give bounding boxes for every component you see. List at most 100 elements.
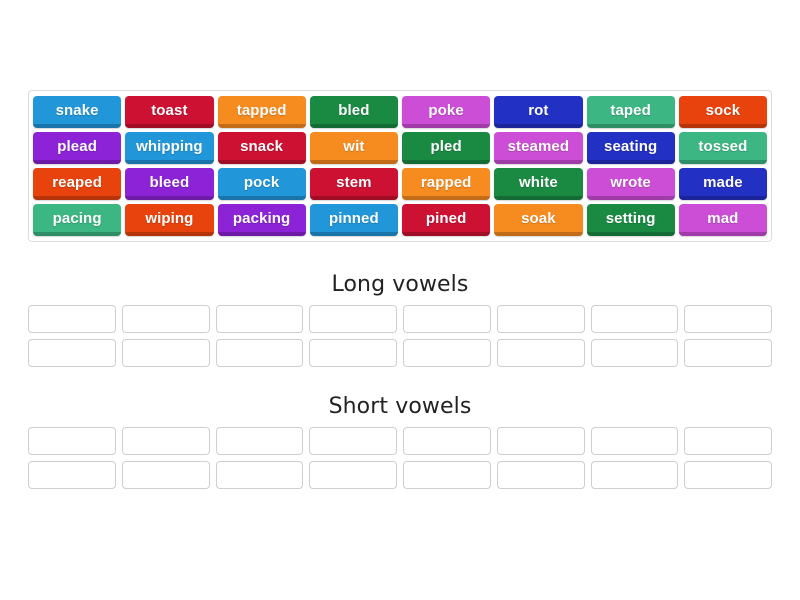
word-tile-label: pinned — [328, 210, 379, 227]
drop-slot[interactable] — [590, 461, 679, 489]
drop-slot[interactable] — [309, 461, 397, 489]
word-tile-label: pock — [243, 174, 280, 191]
drop-slot[interactable] — [403, 339, 491, 367]
drop-slot[interactable] — [403, 305, 491, 333]
word-tile-label: reaped — [52, 174, 103, 191]
word-tile-label: wit — [343, 138, 365, 155]
word-tile[interactable]: rot — [494, 96, 583, 128]
word-tile[interactable]: packing — [217, 204, 306, 236]
word-tile[interactable]: tossed — [678, 132, 767, 164]
drop-slot[interactable] — [684, 305, 772, 333]
word-tile[interactable]: pined — [402, 204, 491, 236]
drop-slot[interactable] — [121, 305, 210, 333]
group-title-long-vowels: Long vowels — [331, 272, 469, 297]
drop-slot[interactable] — [684, 427, 772, 455]
drop-slot[interactable] — [590, 427, 679, 455]
word-tile[interactable]: seating — [586, 132, 675, 164]
word-tile[interactable]: soak — [494, 204, 583, 236]
word-bank-panel: snake toast tapped bled poke rot taped sock plea… — [28, 90, 772, 242]
drop-slot[interactable] — [403, 461, 491, 489]
word-tile[interactable]: pacing — [33, 204, 122, 236]
drop-slot[interactable] — [403, 427, 491, 455]
word-tile-label: mad — [707, 210, 739, 227]
word-tile[interactable]: whipping — [125, 132, 214, 164]
word-tile-label: rapped — [420, 174, 472, 191]
word-tile-label: wrote — [610, 174, 651, 191]
word-tile[interactable]: made — [678, 168, 767, 200]
drop-slot[interactable] — [309, 339, 397, 367]
word-tile[interactable]: reaped — [33, 168, 122, 200]
word-tile[interactable]: white — [494, 168, 583, 200]
word-tile[interactable]: pinned — [309, 204, 398, 236]
word-tile-label: pined — [425, 210, 467, 227]
drop-slot[interactable] — [309, 305, 397, 333]
word-tile[interactable]: bleed — [125, 168, 214, 200]
word-tile[interactable]: pled — [402, 132, 491, 164]
word-tile-label: snack — [240, 138, 284, 155]
drop-slot[interactable] — [121, 339, 210, 367]
word-tile-label: seating — [604, 138, 658, 155]
word-tile[interactable]: tapped — [217, 96, 306, 128]
drop-slot[interactable] — [496, 305, 585, 333]
word-tile-label: sock — [705, 102, 741, 119]
drop-zone-short-vowels[interactable] — [28, 427, 772, 489]
word-tile[interactable]: snake — [33, 96, 122, 128]
word-tile[interactable]: setting — [586, 204, 675, 236]
drop-slot[interactable] — [309, 427, 397, 455]
word-tile[interactable]: poke — [402, 96, 491, 128]
word-tile[interactable]: plead — [33, 132, 122, 164]
word-tile[interactable]: mad — [678, 204, 767, 236]
word-tile[interactable]: taped — [586, 96, 675, 128]
word-tile-label: soak — [521, 210, 556, 227]
word-tile-label: made — [703, 174, 743, 191]
drop-slot[interactable] — [590, 305, 679, 333]
word-tile[interactable]: snack — [217, 132, 306, 164]
drop-slot[interactable] — [28, 339, 116, 367]
drop-slot[interactable] — [28, 427, 116, 455]
group-title-short-vowels: Short vowels — [328, 394, 472, 419]
word-tile-grid: snake toast tapped bled poke rot taped sock plea… — [33, 96, 767, 236]
drop-slot[interactable] — [215, 427, 304, 455]
word-tile-label: toast — [151, 102, 188, 119]
word-tile-label: white — [518, 174, 558, 191]
slot-grid-long-vowels — [28, 305, 772, 367]
drop-slot[interactable] — [496, 427, 585, 455]
word-tile-label: snake — [55, 102, 99, 119]
word-tile[interactable]: bled — [309, 96, 398, 128]
word-tile[interactable]: steamed — [494, 132, 583, 164]
word-tile-label: bled — [338, 102, 370, 119]
word-tile-label: packing — [232, 210, 291, 227]
drop-slot[interactable] — [684, 461, 772, 489]
drop-slot[interactable] — [496, 339, 585, 367]
word-tile[interactable]: wiping — [125, 204, 214, 236]
word-tile-label: plead — [57, 138, 97, 155]
drop-slot[interactable] — [215, 339, 304, 367]
word-tile-label: bleed — [149, 174, 190, 191]
drop-slot[interactable] — [215, 461, 304, 489]
word-tile[interactable]: sock — [678, 96, 767, 128]
word-tile[interactable]: toast — [125, 96, 214, 128]
word-tile[interactable]: wit — [309, 132, 398, 164]
word-tile-label: pacing — [52, 210, 102, 227]
group-sort-activity: snake toast tapped bled poke rot taped sock plea… — [0, 0, 800, 600]
drop-slot[interactable] — [28, 461, 116, 489]
word-tile-label: poke — [428, 102, 464, 119]
word-tile-label: tossed — [698, 138, 748, 155]
drop-slot[interactable] — [121, 461, 210, 489]
word-tile-label: wiping — [145, 210, 194, 227]
drop-slot[interactable] — [215, 305, 304, 333]
word-tile-label: setting — [605, 210, 656, 227]
word-tile[interactable]: wrote — [586, 168, 675, 200]
drop-slot[interactable] — [496, 461, 585, 489]
word-tile[interactable]: rapped — [402, 168, 491, 200]
word-tile[interactable]: pock — [217, 168, 306, 200]
word-tile-label: pled — [430, 138, 462, 155]
drop-slot[interactable] — [121, 427, 210, 455]
word-tile-label: stem — [336, 174, 372, 191]
drop-zone-long-vowels[interactable] — [28, 305, 772, 367]
drop-slot[interactable] — [28, 305, 116, 333]
word-tile-label: whipping — [136, 138, 203, 155]
drop-slot[interactable] — [590, 339, 679, 367]
drop-slot[interactable] — [684, 339, 772, 367]
word-tile[interactable]: stem — [309, 168, 398, 200]
